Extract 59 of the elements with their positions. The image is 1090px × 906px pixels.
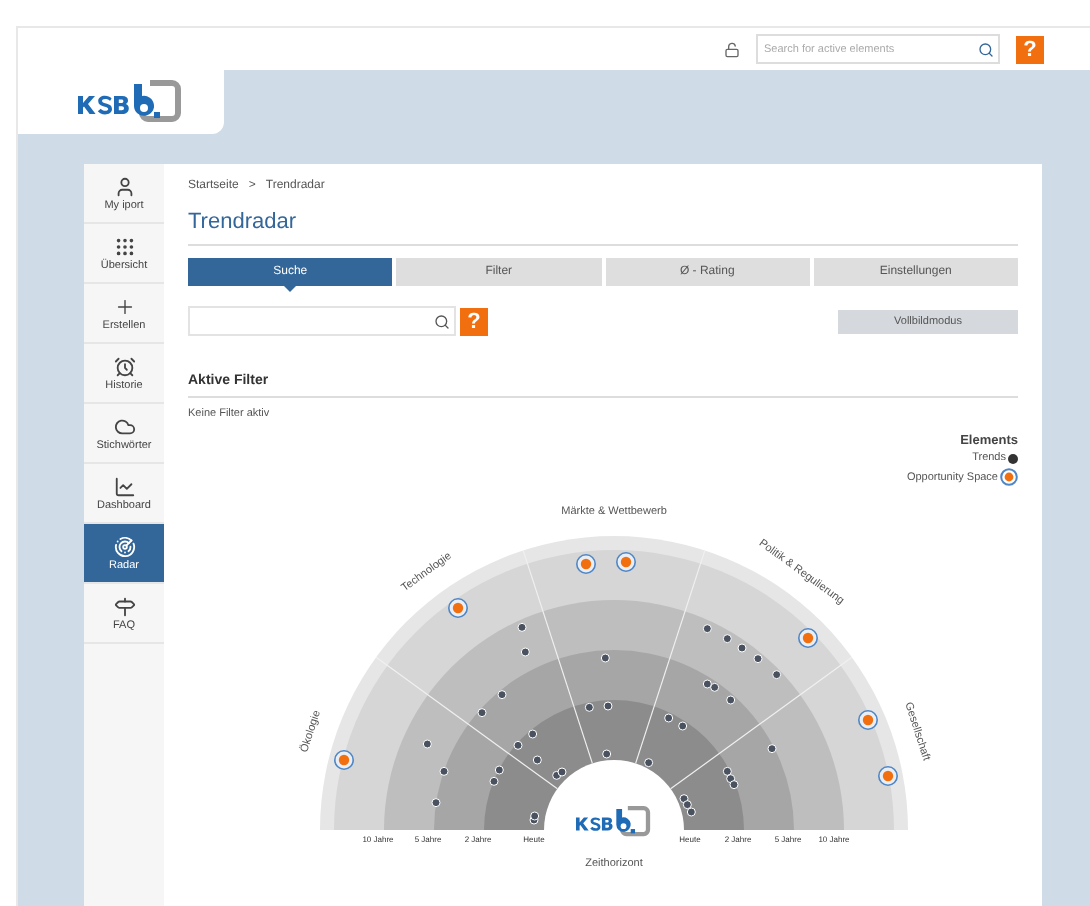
trend-dot[interactable]: [584, 702, 594, 712]
trend-dot[interactable]: [729, 780, 739, 790]
ksb-logo: [576, 806, 648, 835]
trend-dot-icon: [1008, 453, 1018, 463]
trend-dot[interactable]: [644, 758, 654, 768]
search-icon[interactable]: [978, 41, 994, 57]
trend-dot[interactable]: [497, 690, 507, 700]
trend-dot[interactable]: [439, 766, 449, 776]
trend-dot[interactable]: [702, 679, 712, 689]
line-chart-icon: [113, 475, 135, 497]
trend-dot[interactable]: [722, 634, 732, 644]
person-icon: [113, 175, 135, 197]
trend-dot[interactable]: [686, 807, 696, 817]
trend-dot[interactable]: [722, 766, 732, 776]
plus-icon: [113, 295, 135, 317]
trend-dot[interactable]: [726, 774, 736, 784]
trend-dot[interactable]: [603, 701, 613, 711]
trend-dot[interactable]: [517, 622, 527, 632]
trend-dot[interactable]: [682, 800, 692, 810]
opportunity-marker-icon: [1000, 468, 1018, 486]
opportunity-marker[interactable]: [448, 598, 468, 618]
unlock-icon[interactable]: [724, 41, 740, 57]
opportunity-marker[interactable]: [576, 554, 596, 574]
opportunity-marker[interactable]: [798, 628, 818, 648]
cloud-icon: [113, 415, 135, 437]
trend-dot[interactable]: [532, 755, 542, 765]
alarm-clock-icon: [113, 355, 135, 377]
trend-dot[interactable]: [557, 767, 567, 777]
trend-dot[interactable]: [477, 708, 487, 718]
trend-dot[interactable]: [600, 653, 610, 663]
trend-dot[interactable]: [431, 798, 441, 808]
trend-dot[interactable]: [422, 739, 432, 749]
trend-dot[interactable]: [726, 695, 736, 705]
trend-dot[interactable]: [702, 624, 712, 634]
trend-dot[interactable]: [530, 811, 540, 821]
trend-dot[interactable]: [602, 749, 612, 759]
trend-dot[interactable]: [753, 654, 763, 664]
trend-dot[interactable]: [710, 682, 720, 692]
signpost-icon: [113, 595, 135, 617]
trend-dot[interactable]: [664, 713, 674, 723]
radar-icon: [113, 535, 135, 557]
opportunity-marker[interactable]: [878, 766, 898, 786]
trend-dot[interactable]: [528, 729, 538, 739]
trend-dot[interactable]: [489, 776, 499, 786]
trend-dot[interactable]: [737, 643, 747, 653]
opportunity-marker[interactable]: [334, 750, 354, 770]
trend-dot[interactable]: [494, 765, 504, 775]
trend-dot[interactable]: [678, 721, 688, 731]
opportunity-marker[interactable]: [616, 552, 636, 572]
trend-dot[interactable]: [513, 740, 523, 750]
page-title: Trendradar: [188, 210, 1018, 246]
trend-dot[interactable]: [767, 744, 777, 754]
opportunity-marker[interactable]: [858, 710, 878, 730]
search-icon[interactable]: [434, 313, 450, 329]
trend-dot[interactable]: [772, 670, 782, 680]
ksb-logo: [77, 80, 181, 124]
search-field[interactable]: [188, 306, 456, 336]
trend-dot[interactable]: [520, 647, 530, 657]
grid-icon: [113, 235, 135, 257]
